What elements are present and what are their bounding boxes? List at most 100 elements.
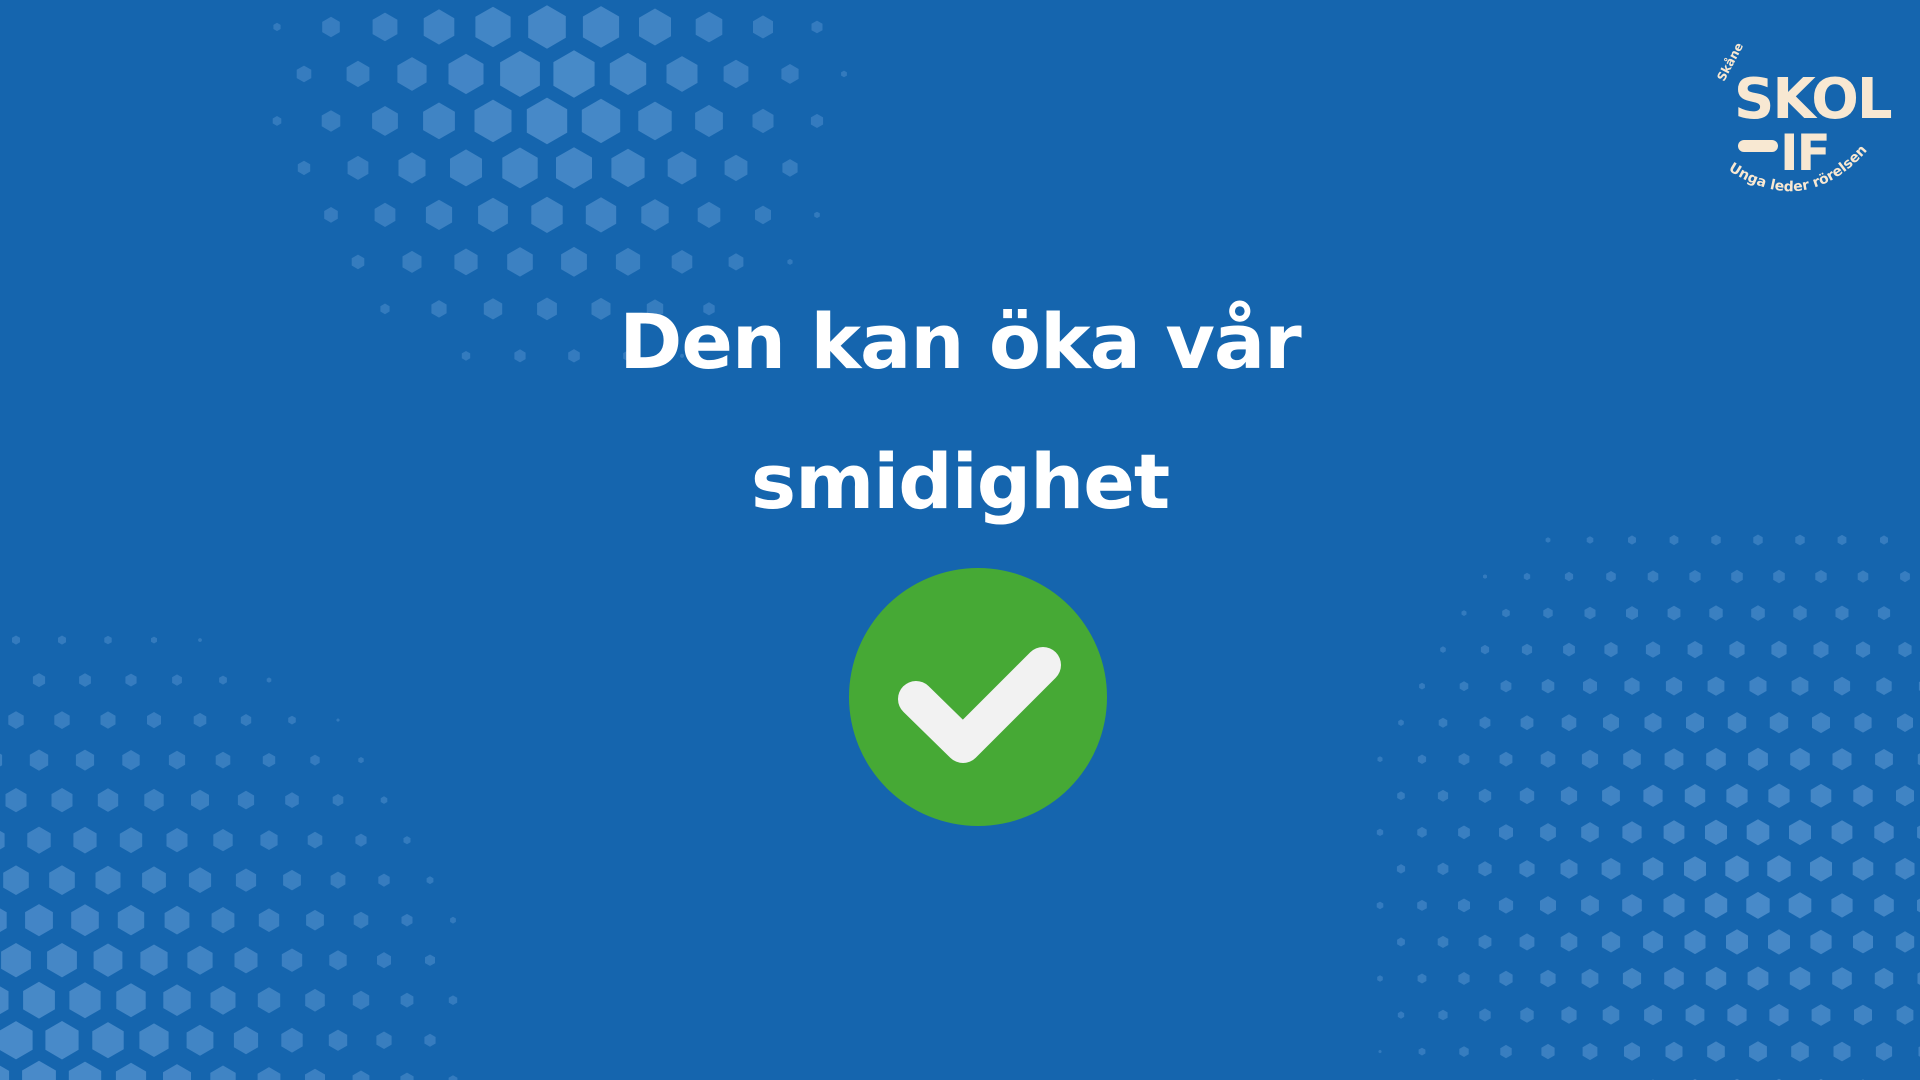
pattern-hexagon (1560, 859, 1578, 879)
pattern-hexagon (1897, 713, 1913, 732)
pattern-hexagon (266, 677, 272, 683)
pattern-hexagon (1417, 826, 1427, 838)
pattern-hexagon (1791, 1041, 1809, 1062)
pattern-hexagon (1628, 535, 1636, 545)
pattern-hexagon (1622, 894, 1642, 917)
pattern-hexagon (1480, 644, 1490, 655)
pattern-hexagon (450, 916, 456, 924)
pattern-hexagon (1458, 898, 1470, 913)
pattern-hexagon (1398, 719, 1404, 726)
pattern-hexagon (1767, 855, 1791, 883)
pattern-hexagon (528, 5, 566, 49)
pattern-hexagon (1704, 892, 1728, 919)
pattern-hexagon (125, 673, 137, 687)
pattern-hexagon (1644, 1004, 1662, 1026)
pattern-hexagon (1417, 754, 1427, 764)
pattern-hexagon (193, 712, 207, 728)
pattern-hexagon (400, 1072, 414, 1080)
pattern-hexagon (1833, 676, 1851, 696)
pattern-hexagon (425, 199, 453, 230)
pattern-hexagon (431, 300, 447, 318)
pattern-hexagon (47, 943, 77, 978)
pattern-hexagon (172, 674, 182, 686)
pattern-hexagon (1689, 570, 1701, 583)
pattern-hexagon (1483, 574, 1487, 579)
pattern-hexagon (1900, 570, 1910, 583)
pattern-hexagon (1810, 783, 1832, 808)
pattern-hexagon (1706, 747, 1726, 771)
headline-line-1: Den kan öka vår (619, 297, 1301, 386)
pattern-hexagon (1560, 786, 1578, 806)
pattern-hexagon (257, 987, 281, 1014)
pattern-hexagon (1519, 860, 1535, 878)
pattern-hexagon (1540, 969, 1556, 988)
pattern-hexagon (54, 711, 70, 729)
pattern-hexagon (1769, 712, 1789, 734)
pattern-hexagon (1540, 896, 1556, 915)
pattern-hexagon (1725, 855, 1749, 883)
pattern-hexagon (49, 865, 75, 895)
pattern-hexagon (1499, 824, 1513, 841)
pattern-hexagon (347, 155, 369, 180)
pattern-hexagon (237, 790, 255, 810)
pattern-hexagon (448, 995, 458, 1005)
pattern-hexagon (526, 97, 568, 145)
pattern-hexagon (119, 827, 143, 854)
pattern-hexagon (581, 98, 621, 144)
pattern-hexagon (782, 159, 798, 177)
pattern-hexagon (1417, 973, 1427, 984)
pattern-hexagon (448, 53, 484, 95)
pattern-hexagon (1813, 641, 1829, 659)
pattern-hexagon (1711, 534, 1721, 546)
pattern-hexagon (372, 12, 398, 42)
pattern-hexagon (281, 1027, 303, 1053)
pattern-hexagon (1519, 787, 1535, 805)
pattern-hexagon (32, 673, 46, 688)
pattern-hexagon (1746, 819, 1770, 846)
pattern-hexagon (1581, 968, 1599, 989)
pattern-hexagon (1831, 893, 1853, 918)
pattern-hexagon (310, 754, 320, 766)
pattern-hexagon (1705, 819, 1727, 845)
pattern-hexagon (1771, 640, 1787, 659)
pattern-hexagon (328, 1029, 348, 1051)
pattern-hexagon (1790, 747, 1810, 771)
pattern-hexagon (1727, 1003, 1747, 1027)
pattern-hexagon (58, 635, 66, 645)
pattern-hexagon (1520, 1007, 1534, 1023)
pattern-hexagon (0, 1065, 10, 1080)
pattern-hexagon (400, 992, 414, 1008)
pattern-hexagon (639, 8, 671, 46)
pattern-hexagon (1500, 1044, 1512, 1059)
pattern-hexagon (425, 954, 435, 966)
pattern-hexagon (329, 950, 347, 971)
pattern-hexagon (1684, 856, 1706, 882)
pattern-hexagon (1378, 1049, 1382, 1054)
pattern-hexagon (1749, 676, 1767, 696)
pattern-hexagon (1459, 681, 1469, 692)
pattern-hexagon (1852, 857, 1874, 881)
pattern-hexagon (1564, 571, 1574, 582)
pattern-hexagon (1541, 1043, 1555, 1060)
pattern-hexagon (611, 148, 645, 188)
pattern-hexagon (0, 830, 5, 850)
pattern-hexagon (1397, 791, 1405, 801)
pattern-hexagon (1731, 569, 1743, 584)
pattern-hexagon (1709, 605, 1723, 621)
pattern-hexagon (1832, 967, 1852, 990)
check-circle-icon (849, 568, 1107, 826)
pattern-hexagon (1459, 1046, 1469, 1057)
pattern-hexagon (355, 833, 367, 847)
pattern-hexagon (322, 16, 340, 38)
pattern-hexagon (671, 250, 693, 274)
pattern-hexagon (1876, 677, 1892, 695)
pattern-hexagon (233, 1026, 259, 1055)
pattern-hexagon (1768, 783, 1790, 808)
pattern-hexagon (1853, 930, 1873, 954)
pattern-hexagon (1831, 820, 1853, 845)
pattern-hexagon (1684, 784, 1706, 808)
pattern-hexagon (93, 943, 123, 977)
hexagon-cluster-bottom-right (1376, 534, 1920, 1080)
pattern-hexagon (376, 1031, 392, 1049)
pattern-hexagon (398, 152, 426, 184)
